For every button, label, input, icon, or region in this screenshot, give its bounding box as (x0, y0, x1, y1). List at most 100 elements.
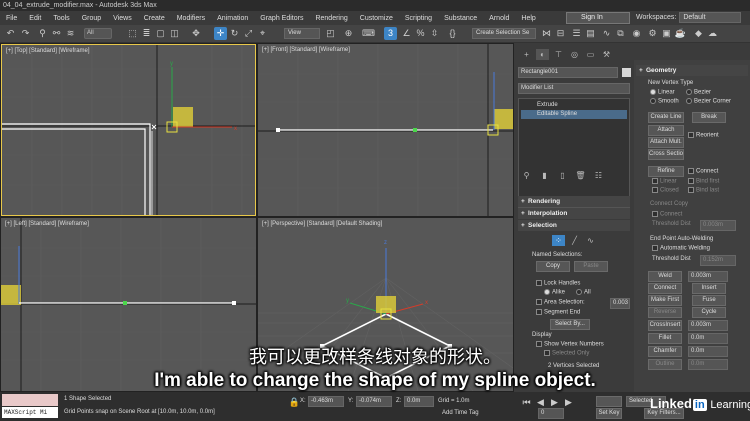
make-unique-icon[interactable]: ▯ (556, 170, 569, 181)
area-selection-field[interactable]: 0.003 (610, 298, 630, 309)
mirror-icon[interactable]: ⋈ (540, 27, 553, 40)
viewport-front[interactable]: [+] [Front] [Standard] [Wireframe] (258, 44, 513, 216)
viewport-top[interactable]: y x [+] [Top] [Standard] [Wireframe] (1, 44, 256, 216)
spline-subobject-icon[interactable]: ∿ (584, 235, 597, 246)
auto-key-button[interactable] (596, 396, 622, 407)
viewport-label[interactable]: [+] [Perspective] [Standard] [Default Sh… (262, 221, 382, 227)
select-scale-icon[interactable]: ⤢ (242, 27, 255, 40)
menu-customize[interactable]: Customize (354, 15, 399, 22)
select-rotate-icon[interactable]: ↻ (228, 27, 241, 40)
curve-editor-icon[interactable]: ∿ (600, 27, 613, 40)
make-first-button[interactable]: Make First (648, 295, 682, 306)
menu-help[interactable]: Help (515, 15, 541, 22)
pivot-center-icon[interactable]: ◰ (324, 27, 337, 40)
x-coord-field[interactable]: -0.463m (308, 396, 344, 407)
object-name-field[interactable]: Rectangle001 (518, 67, 618, 78)
display-tab-icon[interactable]: ▭ (584, 49, 597, 60)
connect-button[interactable]: Connect (648, 283, 682, 294)
window-crossing-icon[interactable]: ◫ (168, 27, 181, 40)
menu-arnold[interactable]: Arnold (483, 15, 515, 22)
stack-item-extrude[interactable]: Extrude (521, 101, 627, 110)
go-to-start-icon[interactable]: ⏮ (520, 396, 533, 409)
modify-tab-icon[interactable]: ◐ (536, 49, 549, 60)
motion-tab-icon[interactable]: ◎ (568, 49, 581, 60)
named-selection-sets-dropdown[interactable]: Create Selection Se (472, 28, 536, 39)
create-tab-icon[interactable]: + (520, 49, 533, 60)
sign-in-button[interactable]: Sign In (566, 12, 630, 24)
mirror-constraints-icon[interactable]: ⊕ (342, 27, 355, 40)
material-editor-icon[interactable]: ◉ (630, 27, 643, 40)
select-and-move-icon[interactable]: ✛ (214, 27, 227, 40)
bind-last-checkbox[interactable]: Bind last (688, 187, 719, 194)
alike-radio[interactable]: Alike (544, 289, 565, 296)
menu-substance[interactable]: Substance (438, 15, 483, 22)
vertex-subobject-icon[interactable]: ⁘ (552, 235, 565, 246)
align-icon[interactable]: ⊟ (554, 27, 567, 40)
redo-icon[interactable]: ↷ (19, 27, 32, 40)
stack-item-editable-spline[interactable]: Editable Spline (521, 110, 627, 119)
cross-section-button[interactable]: Cross Section (648, 149, 684, 160)
bind-first-checkbox[interactable]: Bind first (688, 178, 719, 185)
automatic-welding-checkbox[interactable]: Automatic Welding (652, 245, 710, 252)
linear-radio[interactable]: Linear (650, 89, 675, 96)
percent-snap-icon[interactable]: % (414, 27, 427, 40)
place-icon[interactable]: ⌖ (256, 27, 269, 40)
fuse-button[interactable]: Fuse (692, 295, 726, 306)
attach-mult-button[interactable]: Attach Mult. (648, 137, 684, 148)
menu-scripting[interactable]: Scripting (399, 15, 438, 22)
render-setup-icon[interactable]: ⚙ (646, 27, 659, 40)
threshold-distance-field[interactable]: 0.003m (700, 220, 736, 231)
menu-views[interactable]: Views (107, 15, 138, 22)
remove-modifier-icon[interactable]: 🗑 (574, 170, 587, 181)
insert-button[interactable]: Insert (692, 283, 726, 294)
crossinsert-button[interactable]: CrossInsert (648, 320, 682, 331)
render-in-cloud-icon[interactable]: ☁ (706, 27, 719, 40)
rollout-geometry[interactable]: Geometry (636, 65, 748, 76)
maxscript-listener-input[interactable] (2, 394, 58, 406)
attach-button[interactable]: Attach (648, 125, 684, 136)
snaps-toggle-icon[interactable]: 3 (384, 27, 397, 40)
linear-checkbox[interactable]: Linear (652, 178, 677, 185)
closed-checkbox[interactable]: Closed (652, 187, 679, 194)
z-coord-field[interactable]: 0.0m (404, 396, 434, 407)
select-move-icon[interactable]: ✥ (184, 27, 208, 40)
menu-group[interactable]: Group (76, 15, 107, 22)
keyboard-shortcut-icon[interactable]: ⌨ (362, 27, 375, 40)
copy-button[interactable]: Copy (536, 261, 570, 272)
bezier-corner-radio[interactable]: Bezier Corner (686, 98, 731, 105)
angle-snap-icon[interactable]: ∠ (400, 27, 413, 40)
y-coord-field[interactable]: -0.074m (356, 396, 392, 407)
menu-edit[interactable]: Edit (23, 15, 47, 22)
menu-file[interactable]: File (0, 15, 23, 22)
select-by-name-icon[interactable]: ≣ (140, 27, 153, 40)
menu-rendering[interactable]: Rendering (309, 15, 353, 22)
reference-coordinate-dropdown[interactable]: View (284, 28, 320, 39)
viewport-label[interactable]: [+] [Left] [Standard] [Wireframe] (5, 221, 89, 227)
segment-subobject-icon[interactable]: ╱ (568, 235, 581, 246)
rollout-interpolation[interactable]: Interpolation (518, 208, 630, 219)
viewport-area[interactable]: y x [+] [Top] [Standard] [Wireframe] [+]… (0, 43, 514, 392)
selection-filter-dropdown[interactable]: All (84, 28, 112, 39)
object-color-swatch[interactable] (622, 68, 631, 77)
add-time-tag-button[interactable]: Add Time Tag (442, 410, 479, 416)
rectangular-selection-icon[interactable]: ▢ (154, 27, 167, 40)
create-line-button[interactable]: Create Line (648, 112, 684, 123)
current-frame-field[interactable]: 0 (538, 408, 564, 419)
menu-tools[interactable]: Tools (47, 15, 75, 22)
weld-threshold-field[interactable]: 0.003m (688, 271, 728, 282)
modifier-stack[interactable]: Extrude Editable Spline (518, 98, 630, 208)
crossinsert-field[interactable]: 0.003m (688, 320, 728, 331)
link-icon[interactable]: ⚲ (36, 27, 49, 40)
cycle-button[interactable]: Cycle (692, 307, 726, 318)
menu-create[interactable]: Create (138, 15, 171, 22)
rollout-rendering[interactable]: Rendering (518, 196, 630, 207)
paste-button[interactable]: Paste (574, 261, 608, 272)
modifier-list-dropdown[interactable]: Modifier List (518, 83, 630, 94)
all-radio[interactable]: All (576, 289, 591, 296)
render-production-icon[interactable]: ☕ (674, 27, 687, 40)
set-key-button[interactable]: Set Key (596, 408, 622, 419)
arnold-icon[interactable]: ◆ (692, 27, 705, 40)
toggle-scene-explorer-icon[interactable]: ☰ (570, 27, 583, 40)
reorient-checkbox[interactable]: Reorient (688, 132, 719, 139)
layer-explorer-icon[interactable]: ▤ (584, 27, 597, 40)
